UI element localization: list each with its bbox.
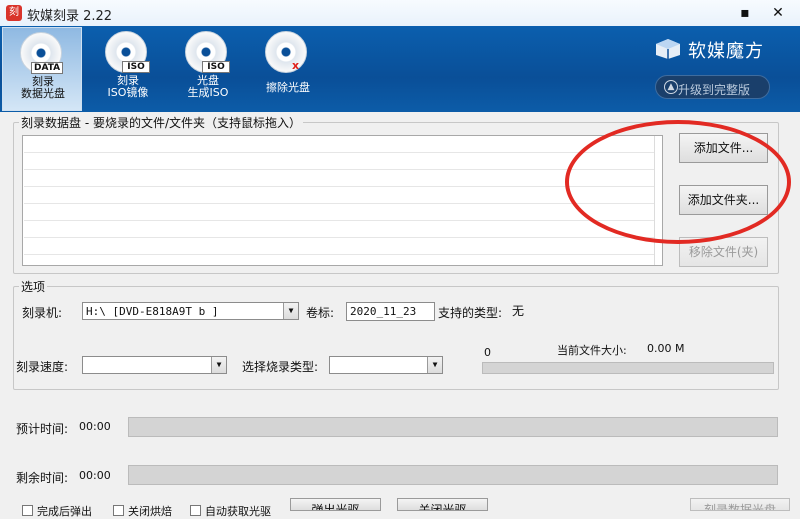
volume-input[interactable]: 2020_11_23	[346, 302, 435, 321]
list-row-line	[24, 220, 655, 221]
burn-data-disc-button[interactable]: 刻录数据光盘	[690, 498, 790, 511]
erase-mark-icon: x	[292, 59, 300, 72]
tool-erase-disc[interactable]: x 擦除光盘	[248, 27, 328, 111]
tool-label: 数据光盘	[21, 87, 65, 100]
tool-burn-iso[interactable]: ISO 刻录 ISO镜像	[88, 27, 168, 111]
list-row-line	[24, 237, 655, 238]
tool-create-iso[interactable]: ISO 光盘 生成ISO	[168, 27, 248, 111]
options-legend: 选项	[19, 278, 48, 295]
types-label: 支持的类型:	[438, 306, 503, 320]
tool-burn-data-disc[interactable]: DATA 刻录 数据光盘	[2, 27, 82, 111]
auto-drive-label: 自动获取光驱	[205, 505, 271, 518]
remain-value: 00:00	[79, 469, 111, 482]
size-label: 当前文件大小:	[557, 344, 627, 357]
add-file-button[interactable]: 添加文件...	[679, 133, 768, 163]
eject-after-label: 完成后弹出	[37, 505, 92, 518]
add-folder-button[interactable]: 添加文件夹...	[679, 185, 768, 215]
tool-label: 擦除光盘	[266, 81, 310, 94]
upgrade-arrow-icon: ▲	[664, 80, 678, 94]
title-bar	[0, 0, 800, 26]
list-column-divider	[654, 136, 655, 265]
close-button[interactable]: ✕	[769, 5, 787, 21]
size-progress	[482, 362, 774, 374]
speed-label: 刻录速度:	[16, 360, 69, 374]
remain-progress	[128, 465, 778, 485]
burn-type-select[interactable]: ▼	[329, 356, 443, 374]
file-group-legend: 刻录数据盘 - 要烧录的文件/文件夹（支持鼠标拖入）	[19, 114, 304, 131]
burner-label: 刻录机:	[22, 306, 63, 320]
file-list[interactable]	[22, 135, 663, 266]
chevron-down-icon[interactable]: ▼	[427, 357, 442, 373]
burner-select[interactable]: H:\ [DVD-E818A9T b ] ▼	[82, 302, 299, 320]
speed-select[interactable]: ▼	[82, 356, 227, 374]
list-row-line	[24, 186, 655, 187]
list-row-line	[24, 254, 655, 255]
disc-tag: ISO	[202, 61, 230, 73]
close-label: 关闭烘焙	[128, 505, 172, 518]
close-tray-button[interactable]: 关闭光驱	[397, 498, 488, 511]
disc-tag: ISO	[122, 61, 150, 73]
burn-type-label: 选择烧录类型:	[242, 360, 319, 374]
estimate-label: 预计时间:	[16, 422, 69, 436]
burner-value: H:\ [DVD-E818A9T b ]	[86, 305, 219, 318]
tool-label: ISO镜像	[107, 86, 149, 99]
list-row-line	[24, 203, 655, 204]
brand-cube-icon	[656, 39, 680, 59]
chevron-down-icon[interactable]: ▼	[283, 303, 298, 319]
minimize-button[interactable]: ▪	[736, 5, 754, 21]
remain-label: 剩余时间:	[16, 471, 69, 485]
disc-tag: DATA	[31, 62, 64, 74]
types-value: 无	[512, 304, 525, 318]
size-value: 0.00 M	[647, 342, 685, 355]
erase-disc-icon	[265, 31, 307, 73]
volume-label: 卷标:	[306, 306, 335, 320]
size-scale-zero: 0	[484, 346, 491, 359]
eject-button[interactable]: 弹出光驱	[290, 498, 381, 511]
list-row-line	[24, 152, 655, 153]
list-row-line	[24, 169, 655, 170]
estimate-value: 00:00	[79, 420, 111, 433]
tool-label: 生成ISO	[187, 86, 229, 99]
brand-name: 软媒魔方	[688, 41, 764, 62]
app-icon: 刻	[6, 5, 22, 21]
chevron-down-icon[interactable]: ▼	[211, 357, 226, 373]
remove-file-button[interactable]: 移除文件(夹)	[679, 237, 768, 267]
estimate-progress	[128, 417, 778, 437]
window-title: 软媒刻录 2.22	[27, 9, 113, 24]
